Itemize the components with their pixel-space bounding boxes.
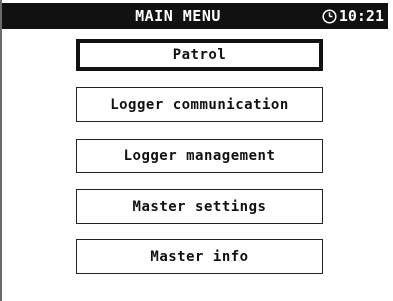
patrol-button[interactable]: Patrol: [76, 39, 323, 71]
header-bar: MAIN MENU 10:21: [2, 3, 388, 29]
screen-left-border: [0, 0, 2, 301]
clock-time: 10:21: [338, 7, 384, 25]
status-clock: 10:21: [322, 3, 384, 29]
logger-management-button[interactable]: Logger management: [76, 139, 323, 173]
clock-icon: [322, 8, 337, 24]
master-info-button[interactable]: Master info: [76, 239, 323, 274]
page-title: MAIN MENU: [135, 7, 221, 25]
logger-communication-button[interactable]: Logger communication: [76, 87, 323, 122]
master-settings-button[interactable]: Master settings: [76, 189, 323, 224]
main-menu-screen: MAIN MENU 10:21 Patrol Logger communicat…: [0, 0, 393, 301]
